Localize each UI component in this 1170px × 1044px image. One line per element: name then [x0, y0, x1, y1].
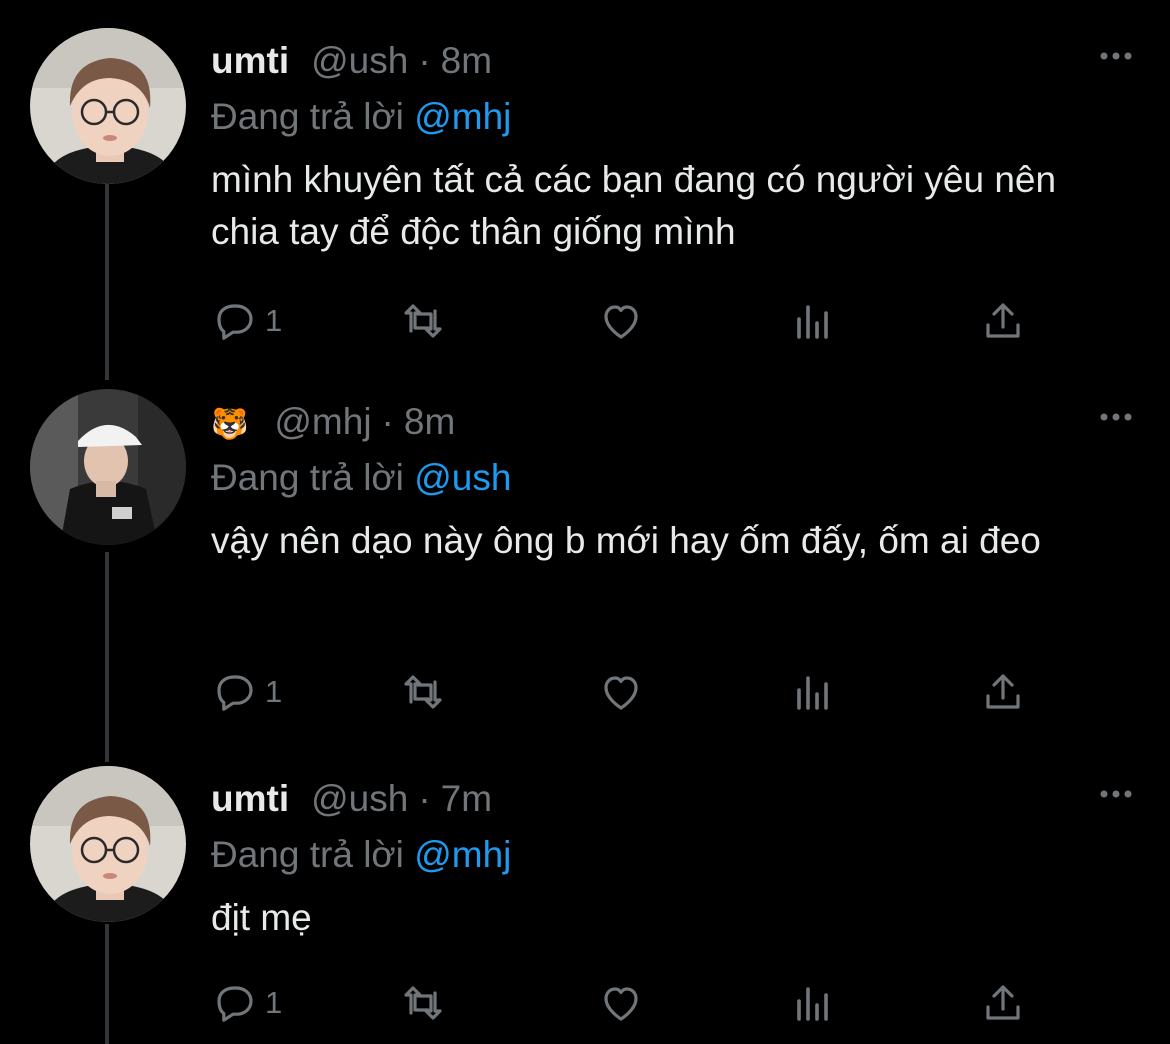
replying-to: Đang trả lời @mhj	[211, 834, 511, 876]
views-icon	[797, 676, 828, 710]
heart-icon	[604, 305, 638, 339]
views-button[interactable]	[789, 296, 837, 346]
share-icon	[986, 303, 1020, 338]
timestamp[interactable]: 7m	[441, 778, 492, 820]
tweet-text: vậy nên dạo này ông b mới hay ốm đấy, ốm…	[211, 520, 1041, 561]
retweet-icon	[404, 986, 442, 1020]
more-icon[interactable]	[1096, 407, 1136, 427]
avatar[interactable]	[30, 766, 186, 922]
like-button[interactable]	[597, 667, 645, 717]
tweet[interactable]: umti @ush · 7m Đang trả lời @mhj địt mẹ …	[0, 766, 1170, 1044]
retweet-icon	[404, 304, 442, 338]
more-icon[interactable]	[1096, 46, 1136, 66]
tweet-header: 🐯 @mhj · 8m	[211, 401, 455, 451]
mention-link[interactable]: @mhj	[414, 834, 511, 875]
tweet-header: umti @ush · 7m	[211, 778, 492, 828]
action-bar: 1	[211, 296, 1031, 346]
reply-icon	[217, 675, 253, 711]
reply-count: 1	[265, 985, 283, 1020]
retweet-button[interactable]	[399, 978, 447, 1028]
handle[interactable]: @mhj	[274, 401, 371, 443]
views-icon	[797, 305, 828, 339]
reply-button[interactable]: 1	[211, 296, 282, 346]
reply-count: 1	[265, 303, 283, 338]
more-icon[interactable]	[1096, 784, 1136, 804]
handle[interactable]: @ush	[311, 40, 408, 82]
separator-dot: ·	[418, 40, 431, 81]
separator-dot: ·	[381, 401, 394, 442]
separator-dot: ·	[418, 778, 431, 819]
avatar[interactable]	[30, 389, 186, 545]
replying-prefix: Đang trả lời	[211, 96, 404, 137]
share-button[interactable]	[979, 978, 1027, 1028]
share-button[interactable]	[979, 296, 1027, 346]
avatar[interactable]	[30, 28, 186, 184]
mention-link[interactable]: @mhj	[414, 96, 511, 137]
reply-button[interactable]: 1	[211, 667, 282, 717]
heart-icon	[604, 676, 638, 710]
timestamp[interactable]: 8m	[404, 401, 455, 443]
replying-prefix: Đang trả lời	[211, 457, 404, 498]
display-name[interactable]: umti	[211, 778, 289, 820]
retweet-button[interactable]	[399, 667, 447, 717]
replying-to: Đang trả lời @ush	[211, 457, 511, 499]
retweet-icon	[404, 675, 442, 709]
share-icon	[986, 674, 1020, 709]
display-name[interactable]: 🐯	[211, 407, 248, 442]
tweet-text: mình khuyên tất cả các bạn đang có người…	[211, 159, 1057, 252]
timestamp[interactable]: 8m	[441, 40, 492, 82]
like-button[interactable]	[597, 978, 645, 1028]
mention-link[interactable]: @ush	[414, 457, 511, 498]
replying-prefix: Đang trả lời	[211, 834, 404, 875]
heart-icon	[604, 987, 638, 1021]
reply-button[interactable]: 1	[211, 978, 282, 1028]
tweet-header: umti @ush · 8m	[211, 40, 492, 90]
reply-icon	[217, 986, 253, 1022]
action-bar: 1	[211, 667, 1031, 717]
tweet[interactable]: 🐯 @mhj · 8m Đang trả lời @ush vậy nên dạ…	[0, 389, 1170, 719]
handle[interactable]: @ush	[311, 778, 408, 820]
retweet-button[interactable]	[399, 296, 447, 346]
views-button[interactable]	[789, 667, 837, 717]
views-icon	[797, 987, 828, 1021]
like-button[interactable]	[597, 296, 645, 346]
action-bar: 1	[211, 978, 1031, 1028]
share-icon	[986, 985, 1020, 1020]
display-name[interactable]: umti	[211, 40, 289, 82]
reply-count: 1	[265, 674, 283, 709]
tweet[interactable]: umti @ush · 8m Đang trả lời @mhj mình kh…	[0, 28, 1170, 348]
reply-icon	[217, 304, 253, 340]
replying-to: Đang trả lời @mhj	[211, 96, 511, 138]
views-button[interactable]	[789, 978, 837, 1028]
share-button[interactable]	[979, 667, 1027, 717]
tweet-text: địt mẹ	[211, 897, 312, 938]
